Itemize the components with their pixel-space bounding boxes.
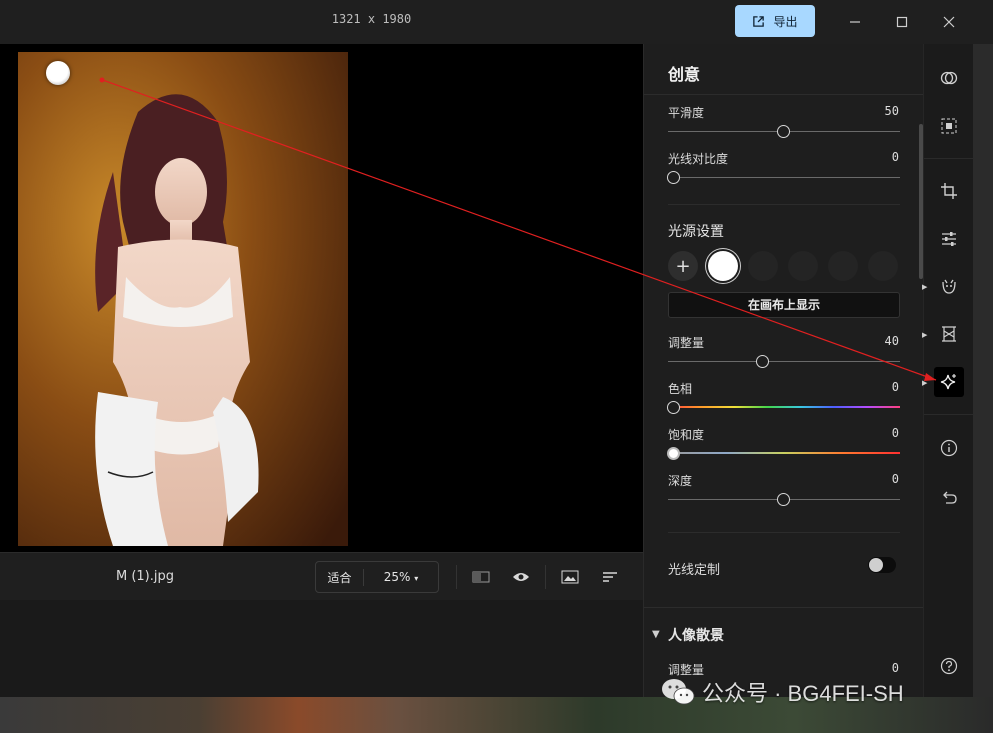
sparkle-icon[interactable] (934, 367, 964, 397)
hue-slider-knob[interactable] (667, 401, 680, 414)
portrait-bokeh-section-title[interactable]: 人像散景 (668, 625, 724, 645)
light-custom-label: 光线定制 (668, 563, 721, 578)
light-source-slot[interactable] (868, 251, 898, 281)
creative-panel: 创意 平滑度 50 光线对比度 0 光源设置 + 在画布上显示 调整量 40 色… (643, 44, 924, 697)
watermark: 公众号 · BG4FEI-SH (660, 676, 904, 708)
depth-label: 深度 (668, 474, 693, 488)
overlap-circles-icon[interactable] (936, 65, 962, 91)
smoothness-label: 平滑度 (668, 106, 705, 120)
panel-divider (668, 204, 900, 205)
light-contrast-slider-knob[interactable] (667, 171, 680, 184)
export-label: 导出 (773, 14, 798, 29)
light-source-slot-selected[interactable] (708, 251, 738, 281)
amount-label: 调整量 (668, 336, 705, 350)
toolbar-divider (545, 565, 546, 589)
light-source-handle[interactable] (46, 61, 70, 85)
filmstrip (0, 600, 643, 697)
saturation-slider[interactable] (668, 452, 900, 454)
crop-icon[interactable] (936, 178, 962, 204)
sliders-icon[interactable] (936, 226, 962, 252)
preview-eye-icon[interactable] (511, 567, 531, 587)
maximize-icon[interactable] (890, 10, 914, 34)
compare-icon[interactable] (471, 567, 491, 587)
hue-slider[interactable] (668, 406, 900, 408)
file-name: M (1).jpg (115, 569, 174, 584)
saturation-value[interactable]: 0 (892, 426, 899, 440)
info-icon[interactable] (936, 435, 962, 461)
undo-icon[interactable] (936, 484, 962, 510)
amount-slider[interactable] (668, 361, 900, 362)
show-on-canvas-button[interactable]: 在画布上显示 (668, 292, 900, 318)
depth-slider-knob[interactable] (777, 493, 790, 506)
watermark-text: 公众号 · BG4FEI-SH (702, 681, 904, 706)
export-button[interactable]: 导出 (735, 5, 815, 37)
light-source-slot[interactable] (788, 251, 818, 281)
panel-title: 创意 (668, 65, 701, 84)
light-source-slot[interactable] (828, 251, 858, 281)
canvas-toolbar: M (1).jpg 适合 25% ▾ (0, 552, 643, 600)
toolbar-divider (456, 565, 457, 589)
panel-divider (668, 532, 900, 533)
edited-photo[interactable] (18, 52, 348, 546)
zoom-control: 适合 25% ▾ (315, 561, 439, 593)
smoothness-slider-knob[interactable] (777, 125, 790, 138)
zoom-dropdown[interactable]: 25% ▾ (364, 570, 438, 584)
select-frame-icon[interactable] (936, 113, 962, 139)
help-icon[interactable] (936, 653, 962, 679)
light-contrast-label: 光线对比度 (668, 152, 729, 166)
export-icon (753, 15, 765, 27)
title-bar: 1321 x 1980 导出 (0, 0, 993, 44)
submenu-arrow-icon: ▶ (922, 331, 928, 339)
light-custom-toggle[interactable] (868, 557, 896, 573)
plus-icon: + (675, 255, 691, 277)
amount-value[interactable]: 40 (885, 334, 899, 348)
hue-label: 色相 (668, 382, 693, 396)
window-edge (973, 0, 993, 697)
image-view-icon[interactable] (560, 567, 580, 587)
smoothness-value[interactable]: 50 (885, 104, 899, 118)
light-contrast-slider[interactable] (668, 177, 900, 178)
wechat-logo-icon (660, 676, 696, 708)
light-source-list: + (668, 251, 898, 281)
light-source-section-title: 光源设置 (668, 224, 724, 240)
depth-value[interactable]: 0 (892, 472, 899, 486)
collapse-caret-icon[interactable]: ▼ (652, 629, 660, 640)
sort-icon[interactable] (600, 567, 620, 587)
rail-divider (924, 158, 974, 159)
hue-value[interactable]: 0 (892, 380, 899, 394)
light-contrast-value[interactable]: 0 (892, 150, 899, 164)
saturation-label: 饱和度 (668, 428, 705, 442)
minimize-icon[interactable] (843, 10, 867, 34)
submenu-arrow-icon: ▶ (922, 283, 928, 291)
light-source-slot[interactable] (748, 251, 778, 281)
image-dimensions: 1321 x 1980 (331, 12, 412, 26)
rail-divider (924, 414, 974, 415)
texture-icon[interactable] (936, 321, 962, 347)
panel-divider (644, 94, 924, 95)
face-icon[interactable] (936, 273, 962, 299)
zoom-level: 25% (383, 570, 411, 584)
bokeh-amount-value[interactable]: 0 (892, 661, 899, 675)
panel-divider (644, 607, 924, 608)
fit-button[interactable]: 适合 (316, 568, 364, 586)
amount-slider-knob[interactable] (756, 355, 769, 368)
chevron-down-icon: ▾ (414, 574, 419, 583)
submenu-arrow-icon: ▶ (922, 379, 928, 387)
saturation-slider-knob[interactable] (667, 447, 680, 460)
tool-rail: ▶ ▶ ▶ (922, 44, 974, 697)
photo-illustration (18, 52, 348, 546)
close-icon[interactable] (937, 10, 961, 34)
add-light-source-button[interactable]: + (668, 251, 698, 281)
